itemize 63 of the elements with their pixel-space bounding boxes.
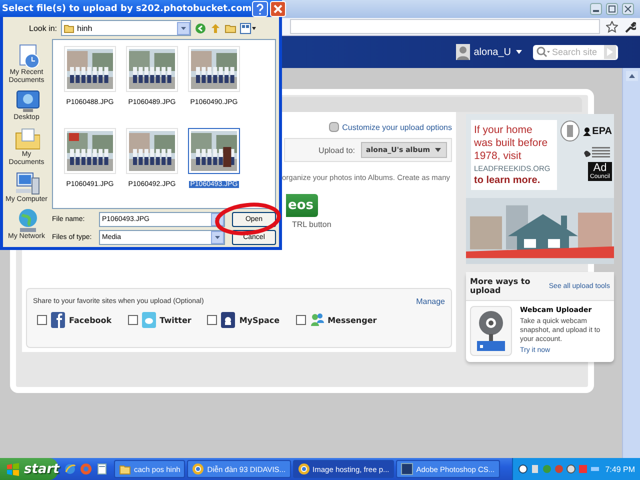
search-icon[interactable] xyxy=(536,46,550,58)
ad-text-line: was built before xyxy=(474,137,549,150)
webcam-icon xyxy=(476,310,506,352)
options-icon[interactable] xyxy=(329,122,340,132)
checkbox[interactable] xyxy=(128,315,138,325)
browser-icon[interactable] xyxy=(64,463,76,475)
scrollbar[interactable] xyxy=(622,68,640,458)
scroll-up-icon[interactable] xyxy=(626,71,638,81)
clock: 7:49 PM xyxy=(605,464,635,474)
ad-text-line: If your home xyxy=(474,124,534,137)
search-field[interactable]: Search site xyxy=(552,47,602,57)
username[interactable]: alona_U xyxy=(474,46,511,58)
site-logo-icon xyxy=(51,312,65,328)
square-app-icon xyxy=(401,463,414,475)
thumbnail[interactable] xyxy=(188,128,240,174)
close-icon[interactable] xyxy=(622,3,634,15)
folder-icon xyxy=(119,463,131,475)
caret-icon[interactable] xyxy=(515,48,523,56)
search-box[interactable]: Search site xyxy=(533,44,618,60)
desktop-icon xyxy=(14,88,40,114)
look-in-dropdown[interactable]: hinh xyxy=(61,20,192,36)
hint-text: TRL button xyxy=(292,220,332,229)
computer-icon xyxy=(14,170,40,196)
help-icon[interactable] xyxy=(252,0,268,16)
look-in-label: Look in: xyxy=(29,24,58,32)
manage-link[interactable]: Manage xyxy=(416,297,445,306)
round-app-icon xyxy=(298,463,310,475)
back-icon[interactable] xyxy=(195,22,206,34)
windows-flag-icon xyxy=(6,462,20,476)
document-icon[interactable] xyxy=(96,463,108,475)
tray-icon[interactable] xyxy=(566,464,576,474)
caret-icon[interactable] xyxy=(434,146,442,154)
minimize-icon[interactable] xyxy=(590,3,602,15)
coalition-logo-icon xyxy=(582,145,612,159)
customize-link[interactable]: Customize your upload options xyxy=(342,122,452,132)
wrench-icon[interactable] xyxy=(624,20,636,32)
folder-icon xyxy=(64,24,74,32)
people-icon xyxy=(310,312,324,328)
address-field[interactable] xyxy=(290,19,600,34)
avatar-icon[interactable] xyxy=(456,44,470,60)
site-label: MySpace xyxy=(239,316,280,324)
site-logo-icon xyxy=(221,312,236,328)
epa-logo-text: EPA xyxy=(592,126,612,136)
upload-to-label: Upload to: xyxy=(318,146,356,154)
site-label: Facebook xyxy=(69,316,112,324)
upload-button[interactable]: eos xyxy=(286,194,318,217)
seal-icon xyxy=(560,120,580,142)
dialog-title: Select file(s) to upload by s202.photobucket.com xyxy=(2,4,252,14)
webcam-tile[interactable] xyxy=(470,306,512,356)
view-menu-icon[interactable] xyxy=(240,22,256,34)
ad-call-to-action: to learn more. xyxy=(474,175,542,186)
tray-icon[interactable] xyxy=(518,464,528,474)
checkbox[interactable] xyxy=(37,315,47,325)
ad-text-line: 1978, visit xyxy=(474,150,522,163)
section-title: More ways to upload xyxy=(470,277,532,295)
restore-icon[interactable] xyxy=(606,3,618,15)
checkbox[interactable] xyxy=(296,315,306,325)
site-label: Messenger xyxy=(328,316,377,324)
site-label: Twitter xyxy=(160,316,192,324)
round-app-icon xyxy=(192,463,204,475)
star-icon[interactable] xyxy=(606,20,618,32)
checkbox[interactable] xyxy=(207,315,218,325)
new-folder-icon[interactable] xyxy=(225,22,236,34)
